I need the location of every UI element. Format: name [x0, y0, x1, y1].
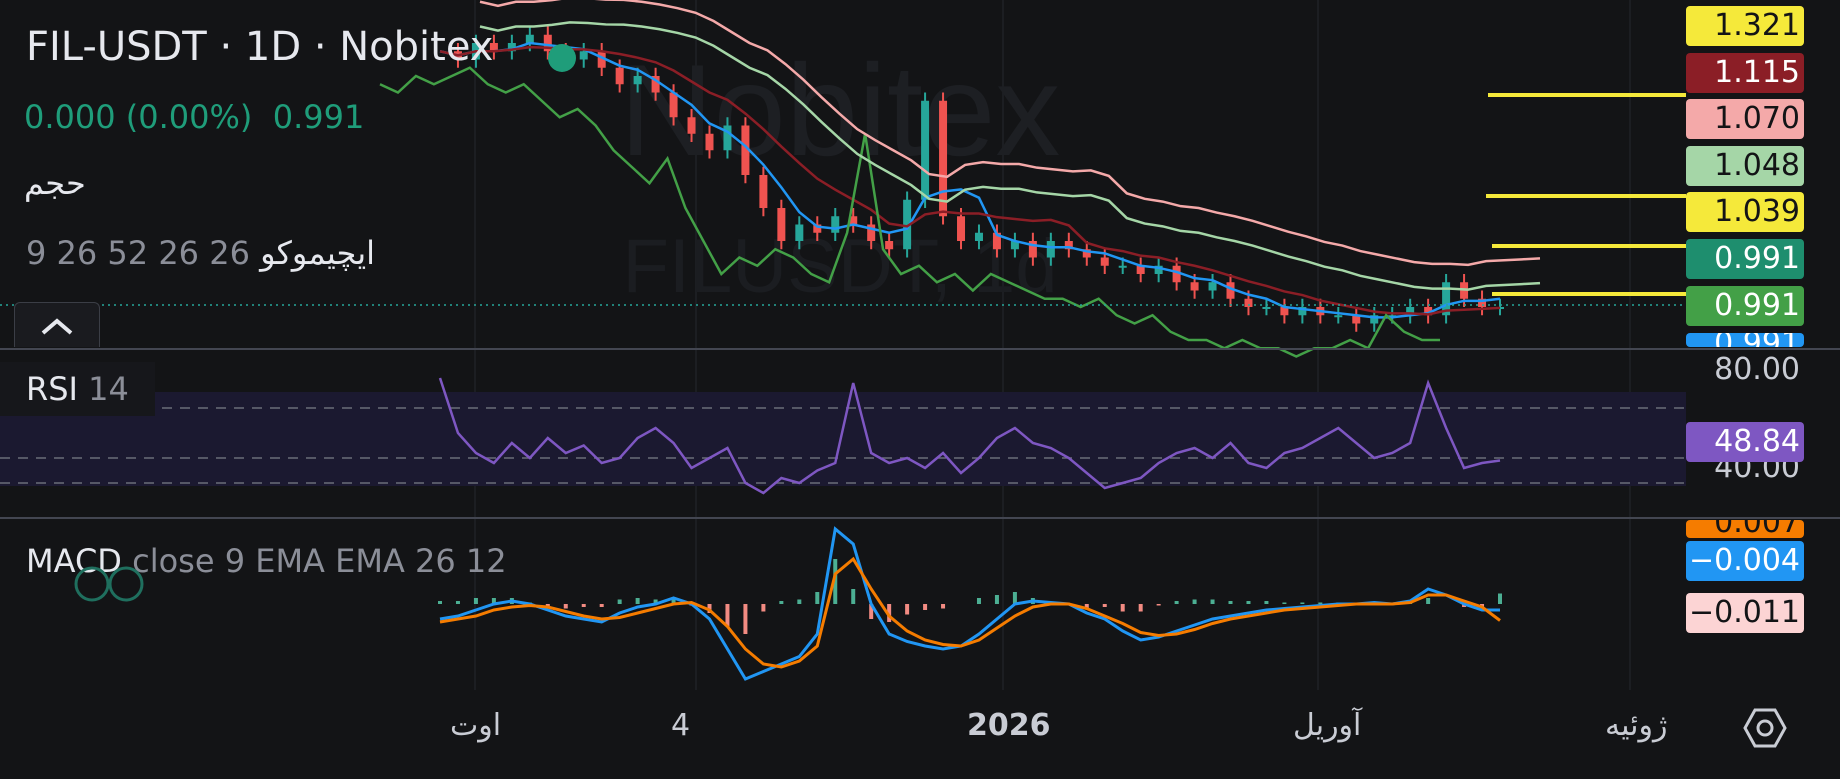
candle-body — [1208, 282, 1217, 291]
candle-body — [921, 100, 930, 200]
time-axis-label: آوریل — [1293, 708, 1362, 743]
watermark-symbol: FILUSDT, 1d — [622, 224, 1057, 309]
ichimoku-legend[interactable]: ایچیموکو 26 26 52 26 9 — [26, 234, 375, 272]
live-dot — [548, 44, 576, 72]
candle-body — [974, 232, 983, 241]
loading-icon — [74, 566, 144, 602]
candle-body — [705, 133, 714, 151]
candle-body — [1262, 307, 1271, 309]
chart-title: FIL-USDT · 1D · Nobitex — [26, 24, 494, 70]
candle-body — [633, 76, 642, 85]
candle-body — [1100, 257, 1109, 266]
macd-axis-label: 0.007 — [1686, 520, 1804, 538]
rsi-name: RSI — [26, 370, 78, 408]
price-axis-label: 1.048 — [1686, 145, 1804, 186]
price-axis-label: 1.039 — [1686, 192, 1804, 233]
ichimoku-name: ایچیموکو — [260, 234, 375, 272]
candle-body — [579, 51, 588, 60]
candle-body — [777, 208, 786, 241]
macd-params: close 9 EMA EMA 26 12 — [132, 542, 507, 580]
time-axis-label: 2026 — [967, 708, 1051, 743]
price-axis-label: 0.991 — [1686, 239, 1804, 279]
rsi-legend[interactable]: RSI 14 — [0, 362, 155, 416]
watermark-logo: Nobitex — [620, 37, 1061, 183]
candle-body — [795, 224, 804, 241]
signal-line — [439, 556, 1501, 669]
candle-body — [957, 216, 966, 241]
last-price: 0.991 — [272, 98, 365, 136]
collapse-legend-button[interactable] — [14, 302, 100, 347]
price-axis-label: 1.070 — [1686, 99, 1804, 140]
rsi-current-label: 48.84 — [1686, 422, 1804, 462]
rsi-params: 14 — [88, 370, 129, 408]
ichimoku-params: 26 26 52 26 9 — [26, 234, 250, 272]
macd-axis-label: −0.011 — [1686, 593, 1804, 633]
time-axis-label: اوت — [450, 708, 502, 743]
macd-axis-label: −0.004 — [1686, 541, 1804, 581]
candle-body — [885, 241, 894, 250]
chevron-up-icon — [41, 318, 73, 335]
candle-body — [669, 92, 678, 118]
candle-body — [939, 100, 948, 217]
rsi-band — [0, 392, 1686, 486]
volume-name: حجم — [24, 164, 86, 202]
candle-body — [1190, 282, 1199, 291]
candle-body — [1244, 298, 1253, 307]
settings-icon[interactable] — [1742, 705, 1788, 751]
candle-body — [831, 216, 840, 233]
candle-body — [1334, 315, 1343, 318]
volume-legend[interactable]: حجم — [24, 164, 86, 202]
price-axis-label: 0.991 — [1686, 285, 1804, 326]
time-axis-label: ژوئیه — [1605, 708, 1668, 743]
candle-body — [615, 67, 624, 85]
candle-body — [1118, 265, 1127, 268]
price-axis-label: 1.321 — [1686, 6, 1804, 46]
price-change: 0.000 (0.00%) 0.991 — [24, 98, 364, 136]
candle-body — [687, 117, 696, 134]
rsi-axis-upper: 80.00 — [1714, 352, 1800, 387]
price-axis-label: 0.991 — [1686, 333, 1804, 347]
candle-body — [1046, 241, 1055, 258]
time-axis-label: 4 — [671, 708, 691, 743]
change-value: 0.000 (0.00%) — [24, 98, 253, 136]
price-axis-label: 1.115 — [1686, 52, 1804, 93]
candle-body — [759, 175, 768, 208]
